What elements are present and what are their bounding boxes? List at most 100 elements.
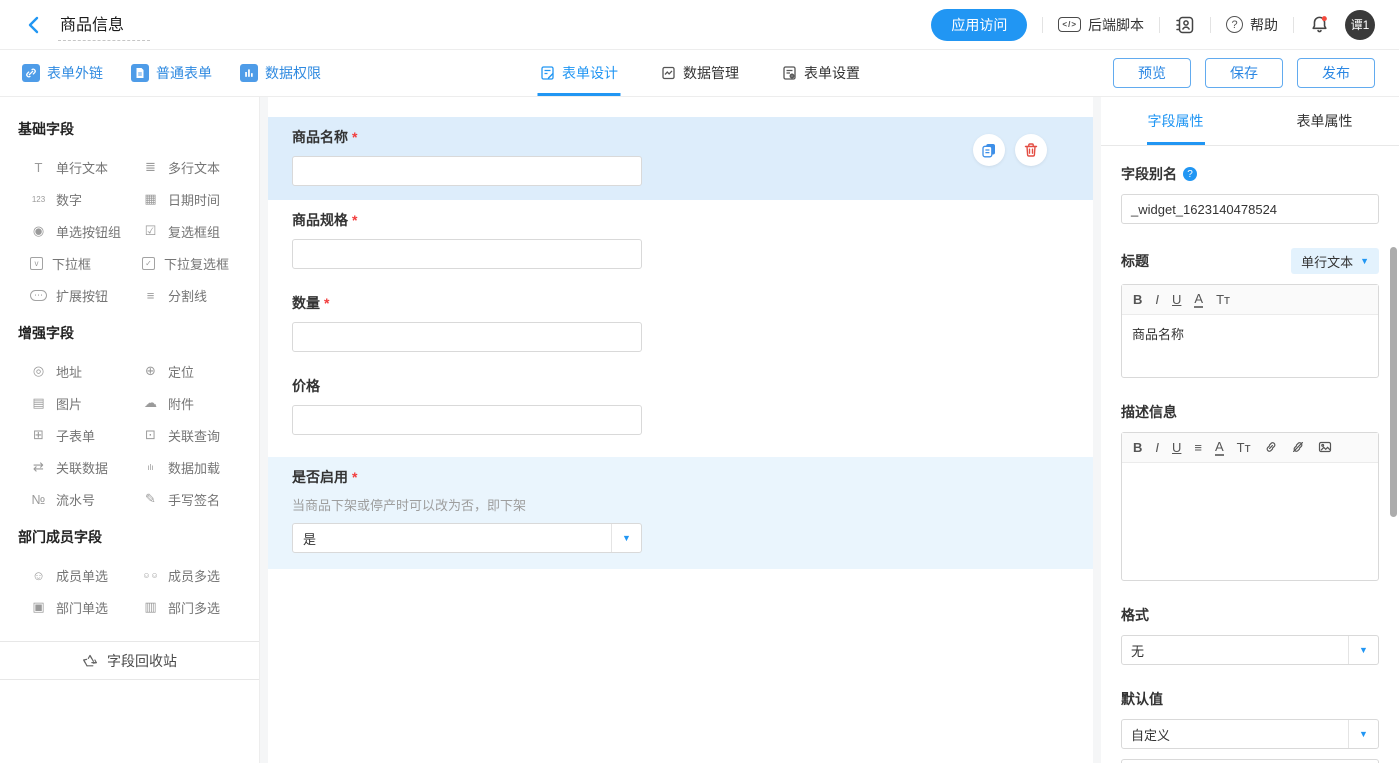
sidebar-field-data-load[interactable]: ılı数据加载 <box>142 458 253 477</box>
chevron-down-icon: ▼ <box>1360 256 1369 266</box>
sidebar-field-serial-number[interactable]: №流水号 <box>30 490 142 509</box>
format-value: 无 <box>1122 641 1348 660</box>
remove-link-icon[interactable] <box>1291 440 1305 456</box>
address-book-button[interactable] <box>1175 15 1195 35</box>
insert-image-icon[interactable] <box>1318 440 1332 456</box>
title-rich-editor: B I U A Tт 商品名称 <box>1121 284 1379 378</box>
field-label: 单行文本 <box>56 158 108 177</box>
text-input[interactable] <box>292 239 642 269</box>
field-label: 扩展按钮 <box>56 286 108 305</box>
align-icon[interactable]: ≡ <box>1194 441 1202 454</box>
save-button[interactable]: 保存 <box>1205 58 1283 88</box>
single-line-text-icon: T <box>30 160 47 175</box>
field-label: 子表单 <box>56 426 95 445</box>
default-value-label: 默认值 <box>1121 689 1163 709</box>
field-label: 多行文本 <box>168 158 220 177</box>
help-button[interactable]: ? 帮助 <box>1226 15 1278 35</box>
sidebar-field-address[interactable]: ◎地址 <box>30 362 142 381</box>
sidebar-field-image[interactable]: ▤图片 <box>30 394 142 413</box>
field-recycle-bin-button[interactable]: 字段回收站 <box>0 641 259 680</box>
back-button[interactable] <box>20 11 48 39</box>
field-label: 关联查询 <box>168 426 220 445</box>
bold-icon[interactable]: B <box>1133 293 1142 306</box>
help-tooltip-icon[interactable]: ? <box>1183 167 1197 181</box>
font-color-icon[interactable]: A <box>1215 440 1224 456</box>
form-external-link-button[interactable]: 表单外链 <box>22 63 103 83</box>
delete-field-button[interactable] <box>1015 134 1047 166</box>
sidebar-field-single-line-text[interactable]: T 单行文本 <box>30 158 142 177</box>
canvas-field-price[interactable]: 价格 <box>268 366 1093 449</box>
chevron-down-icon: ▼ <box>1348 720 1378 748</box>
field-label: 单选按钮组 <box>56 222 121 241</box>
data-permission-button[interactable]: 数据权限 <box>240 63 321 83</box>
sidebar-field-lookup-query[interactable]: ⊡关联查询 <box>142 426 253 445</box>
sidebar-field-divider[interactable]: ≡分割线 <box>142 286 253 305</box>
field-label: 部门多选 <box>168 598 220 617</box>
field-label: 成员多选 <box>168 566 220 585</box>
divider <box>1042 17 1043 33</box>
app-access-button[interactable]: 应用访问 <box>931 9 1027 41</box>
field-alias-input[interactable]: _widget_1623140478524 <box>1121 194 1379 224</box>
tab-form-settings[interactable]: 表单设置 <box>781 50 860 96</box>
properties-scrollbar[interactable] <box>1390 247 1397 517</box>
text-input[interactable] <box>292 322 642 352</box>
normal-form-button[interactable]: 普通表单 <box>131 63 212 83</box>
sidebar-field-signature[interactable]: ✎手写签名 <box>142 490 253 509</box>
canvas-field-product-name[interactable]: 商品名称* <box>268 117 1093 200</box>
required-mark: * <box>352 212 357 228</box>
tab-form-design[interactable]: 表单设计 <box>539 50 618 96</box>
canvas-field-enabled[interactable]: 是否启用* 当商品下架或停产时可以改为否，即下架 是 ▼ <box>268 457 1093 569</box>
sidebar-field-dept-single[interactable]: ▣ 部门单选 <box>30 598 142 617</box>
canvas-field-quantity[interactable]: 数量* <box>268 283 1093 366</box>
tab-form-properties[interactable]: 表单属性 <box>1250 97 1399 145</box>
form-title-editable[interactable]: 商品信息 <box>58 9 150 41</box>
notifications-button[interactable] <box>1309 14 1330 35</box>
dept-single-icon: ▣ <box>30 599 47 615</box>
font-color-icon[interactable]: A <box>1194 292 1203 308</box>
italic-icon[interactable]: I <box>1155 293 1159 306</box>
canvas-field-product-spec[interactable]: 商品规格* <box>268 200 1093 283</box>
insert-link-icon[interactable] <box>1264 440 1278 456</box>
member-single-icon: ☺ <box>30 568 47 583</box>
sidebar-field-dept-multi[interactable]: ▥部门多选 <box>142 598 253 617</box>
format-select[interactable]: 无 ▼ <box>1121 635 1379 665</box>
description-editor-content[interactable] <box>1122 463 1378 580</box>
italic-icon[interactable]: I <box>1155 441 1159 454</box>
preview-button[interactable]: 预览 <box>1113 58 1191 88</box>
tab-field-properties[interactable]: 字段属性 <box>1101 97 1250 145</box>
publish-button[interactable]: 发布 <box>1297 58 1375 88</box>
tab-data-manage[interactable]: 数据管理 <box>660 50 739 96</box>
font-size-icon[interactable]: Tт <box>1237 441 1251 454</box>
copy-field-button[interactable] <box>973 134 1005 166</box>
field-label-row: 商品规格* <box>292 210 1069 230</box>
title-editor-content[interactable]: 商品名称 <box>1122 315 1378 377</box>
sidebar-field-radio-group[interactable]: ◉单选按钮组 <box>30 222 142 241</box>
sidebar-field-extend-button[interactable]: ⋯扩展按钮 <box>30 286 142 305</box>
bold-icon[interactable]: B <box>1133 441 1142 454</box>
sidebar-field-multi-line-text[interactable]: ≣多行文本 <box>142 158 253 177</box>
sidebar-field-linked-data[interactable]: ⇄关联数据 <box>30 458 142 477</box>
sidebar-field-location[interactable]: ⊕定位 <box>142 362 253 381</box>
sidebar-field-dropdown-multi[interactable]: ✓下拉复选框 <box>142 254 253 273</box>
enabled-select[interactable]: 是 ▼ <box>292 523 642 553</box>
underline-icon[interactable]: U <box>1172 441 1181 454</box>
text-input[interactable] <box>292 156 642 186</box>
sidebar-field-subform[interactable]: ⊞子表单 <box>30 426 142 445</box>
field-label: 部门单选 <box>56 598 108 617</box>
user-avatar[interactable]: 谭1 <box>1345 10 1375 40</box>
default-value-select[interactable]: 自定义 ▼ <box>1121 719 1379 749</box>
sidebar-field-datetime[interactable]: ▦日期时间 <box>142 190 253 209</box>
sidebar-field-member-multi[interactable]: ☺☺成员多选 <box>142 566 253 585</box>
backend-script-button[interactable]: </> 后端脚本 <box>1058 15 1144 35</box>
text-input[interactable] <box>292 405 642 435</box>
underline-icon[interactable]: U <box>1172 293 1181 306</box>
sidebar-field-checkbox-group[interactable]: ☑复选框组 <box>142 222 253 241</box>
default-custom-value-input[interactable] <box>1121 759 1379 763</box>
sidebar-field-member-single[interactable]: ☺成员单选 <box>30 566 142 585</box>
field-type-dropdown[interactable]: 单行文本 ▼ <box>1291 248 1379 274</box>
font-size-icon[interactable]: Tт <box>1216 293 1230 306</box>
sidebar-field-number[interactable]: 123数字 <box>30 190 142 209</box>
sidebar-field-attachment[interactable]: ☁附件 <box>142 394 253 413</box>
form-icon <box>131 64 149 82</box>
sidebar-field-dropdown[interactable]: v下拉框 <box>30 254 142 273</box>
